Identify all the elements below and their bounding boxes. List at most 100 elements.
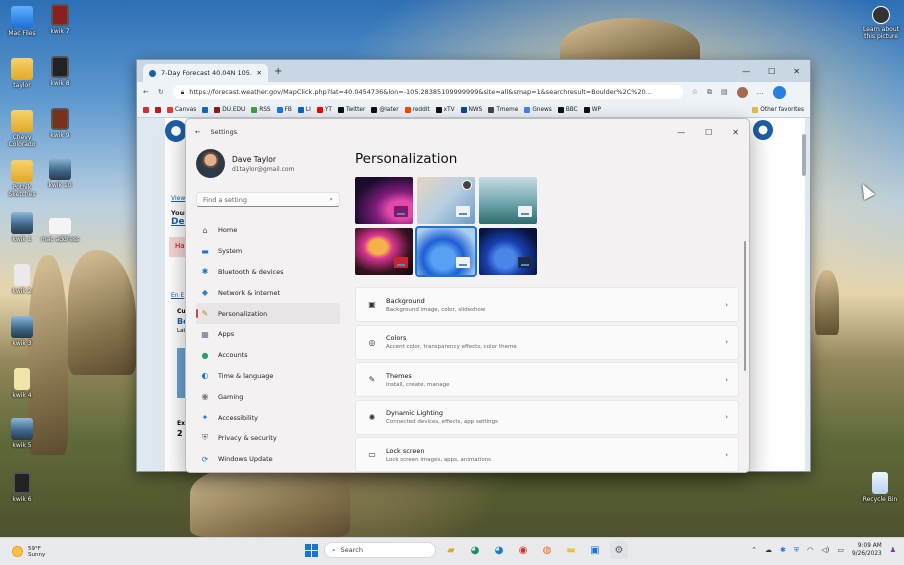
defender-icon[interactable]: ⛨ [794, 546, 799, 555]
browser-scrollbar[interactable] [802, 120, 808, 468]
desktop-icon-kwik-6[interactable]: kwik 6 [0, 472, 44, 503]
refresh-icon[interactable]: ↻ [158, 88, 164, 96]
theme-thumbnail-bloom-dark[interactable] [479, 228, 537, 275]
firefox-icon[interactable]: ◍ [538, 541, 556, 559]
setting-card-lock-screen[interactable]: ▭ Lock screen Lock screen images, apps, an… [355, 437, 739, 472]
settings-window[interactable]: ← Settings — ☐ ✕ Dave Taylor d1taylor@gm… [185, 118, 750, 473]
sidebar-item-accessibility[interactable]: ✦ Accessibility [196, 407, 340, 428]
sidebar-item-gaming[interactable]: ◉ Gaming [196, 386, 340, 407]
sidebar-item-bluetooth-devices[interactable]: ✱ Bluetooth & devices [196, 262, 340, 283]
page-fragment-view[interactable]: View [171, 195, 185, 202]
close-icon[interactable]: ✕ [732, 128, 739, 137]
theme-thumbnail-flower[interactable] [355, 228, 413, 275]
settings-scrollbar[interactable] [744, 241, 746, 371]
sidebar-item-network-internet[interactable]: ◆ Network & internet [196, 282, 340, 303]
menu-icon[interactable]: … [757, 88, 764, 96]
edge-dev-icon[interactable]: ◕ [466, 541, 484, 559]
start-button[interactable] [305, 543, 318, 557]
collections-icon[interactable]: ▤ [721, 88, 728, 96]
favorite-twitter[interactable]: Twitter [337, 106, 365, 113]
bluetooth-icon[interactable]: ✱ [780, 546, 786, 554]
chrome-icon[interactable]: ◉ [514, 541, 532, 559]
profile-avatar[interactable] [736, 86, 748, 98]
setting-card-dynamic-lighting[interactable]: ✺ Dynamic Lighting Connected devices, effe… [355, 399, 739, 435]
user-profile[interactable]: Dave Taylor d1taylor@gmail.com [196, 149, 349, 178]
desktop-icon-kwik-3[interactable]: kwik 3 [0, 316, 44, 347]
favorite-fb[interactable]: FB [276, 106, 292, 113]
sidebar-item-windows-update[interactable]: ⟳ Windows Update [196, 449, 340, 470]
favorite-bbc[interactable]: BBC [557, 106, 578, 113]
setting-card-themes[interactable]: ✎ Themes Install, create, manage › [355, 362, 739, 397]
close-tab-icon[interactable]: ✕ [257, 69, 262, 77]
notification-icon[interactable]: ♟ [890, 546, 896, 554]
file-explorer-icon[interactable]: ▰ [442, 541, 460, 559]
sidebar-item-privacy-security[interactable]: ⛨ Privacy & security [196, 428, 340, 449]
favorite-item-0[interactable] [143, 106, 149, 113]
desktop-icon-kwik-7[interactable]: kwik 7 [38, 4, 82, 35]
favorite-reddit[interactable]: reddit [404, 106, 430, 113]
theme-thumbnail-spotlight[interactable] [417, 177, 475, 224]
sidebar-item-personalization[interactable]: ✎ Personalization [196, 303, 340, 324]
theme-thumbnail-bloom-light[interactable] [415, 226, 477, 277]
favorite-star-icon[interactable]: ☆ [692, 88, 698, 96]
desktop-icon-kwik-10[interactable]: kwik 10 [38, 158, 82, 189]
folder-icon[interactable]: ▬ [562, 541, 580, 559]
weather-widget[interactable]: 59°F Sunny [0, 546, 90, 558]
sidebar-item-system[interactable]: ▬ System [196, 241, 340, 262]
clock[interactable]: 9:09 AM 9/26/2023 [852, 542, 882, 558]
scroll-thumb[interactable] [802, 134, 806, 176]
favorite-rss[interactable]: RSS [251, 106, 271, 113]
edge-icon[interactable]: ◕ [490, 541, 508, 559]
sidebar-item-home[interactable]: ⌂ Home [196, 220, 340, 241]
favorite--later[interactable]: @later [371, 106, 399, 113]
desktop-icon-kwik-8[interactable]: kwik 8 [38, 56, 82, 87]
desktop-icon-mac-address[interactable]: mac address [38, 218, 82, 243]
favorite-nws[interactable]: NWS [460, 106, 482, 113]
desktop-icon-kwik-9[interactable]: kwik 9 [38, 108, 82, 139]
desktop-icon-kwik-5[interactable]: kwik 5 [0, 418, 44, 449]
favorite-tmeme[interactable]: Tmeme [488, 106, 518, 113]
favorite-yt[interactable]: YT [316, 106, 332, 113]
favorite-li[interactable]: LI [297, 106, 311, 113]
address-bar[interactable]: 🔒︎ https://forecast.weather.gov/MapClick… [172, 85, 683, 99]
theme-thumbnail-glow[interactable] [355, 177, 413, 224]
wifi-icon[interactable]: ◠ [807, 546, 813, 554]
copilot-icon[interactable] [772, 85, 786, 99]
favorite-xtv[interactable]: xTV [435, 106, 455, 113]
theme-thumbnail-lake[interactable] [479, 177, 537, 224]
settings-gear-icon[interactable]: ⚙ [610, 541, 628, 559]
setting-card-colors[interactable]: ◎ Colors Accent color, transparency effect… [355, 324, 739, 360]
favorite-wp[interactable]: WP [583, 106, 601, 113]
back-icon[interactable]: ← [143, 88, 149, 96]
chevron-up-icon[interactable]: ⌃ [751, 546, 757, 554]
desktop-icon-kwik-2[interactable]: kwik 2 [0, 264, 44, 295]
browser-tab[interactable]: 7-Day Forecast 40.04N 105.28W ✕ [143, 64, 268, 82]
cloud-icon[interactable]: ☁ [765, 546, 772, 554]
store-icon[interactable]: ▣ [586, 541, 604, 559]
favorite-item-1[interactable] [155, 106, 161, 113]
taskbar-search[interactable]: ⌕ Search [324, 542, 436, 558]
sidebar-item-accounts[interactable]: ● Accounts [196, 345, 340, 366]
learn-about-picture[interactable]: Learn about this picture [858, 6, 904, 40]
favorite-item-3[interactable] [202, 106, 209, 113]
desktop-icon-kwik-4[interactable]: kwik 4 [0, 368, 44, 399]
new-tab-icon[interactable]: + [274, 66, 282, 77]
find-setting-input[interactable]: Find a setting ⌕ [196, 192, 340, 207]
setting-card-background[interactable]: ▣ Background Background image, color, slid… [355, 287, 739, 322]
volume-icon[interactable]: ◁) [821, 546, 829, 554]
favorite-canvas[interactable]: Canvas [167, 106, 196, 113]
desktop-icon-recycle-bin[interactable]: Recycle Bin [858, 472, 902, 503]
other-favorites[interactable]: Other favorites [752, 106, 804, 113]
favorite-gnews[interactable]: Gnews [524, 106, 552, 113]
maximize-icon[interactable]: ☐ [768, 67, 775, 76]
back-icon[interactable]: ← [195, 128, 200, 136]
favorite-du-edu[interactable]: DU.EDU [214, 106, 245, 113]
extensions-icon[interactable]: ⧉ [707, 88, 712, 97]
sidebar-item-time-language[interactable]: ◐ Time & language [196, 366, 340, 387]
close-icon[interactable]: ✕ [793, 67, 800, 76]
sidebar-item-apps[interactable]: ▦ Apps [196, 324, 340, 345]
maximize-icon[interactable]: ☐ [705, 128, 712, 137]
battery-icon[interactable]: ▭ [837, 546, 844, 554]
page-fragment-en-espanol[interactable]: En E [171, 292, 184, 299]
minimize-icon[interactable]: — [742, 67, 750, 76]
